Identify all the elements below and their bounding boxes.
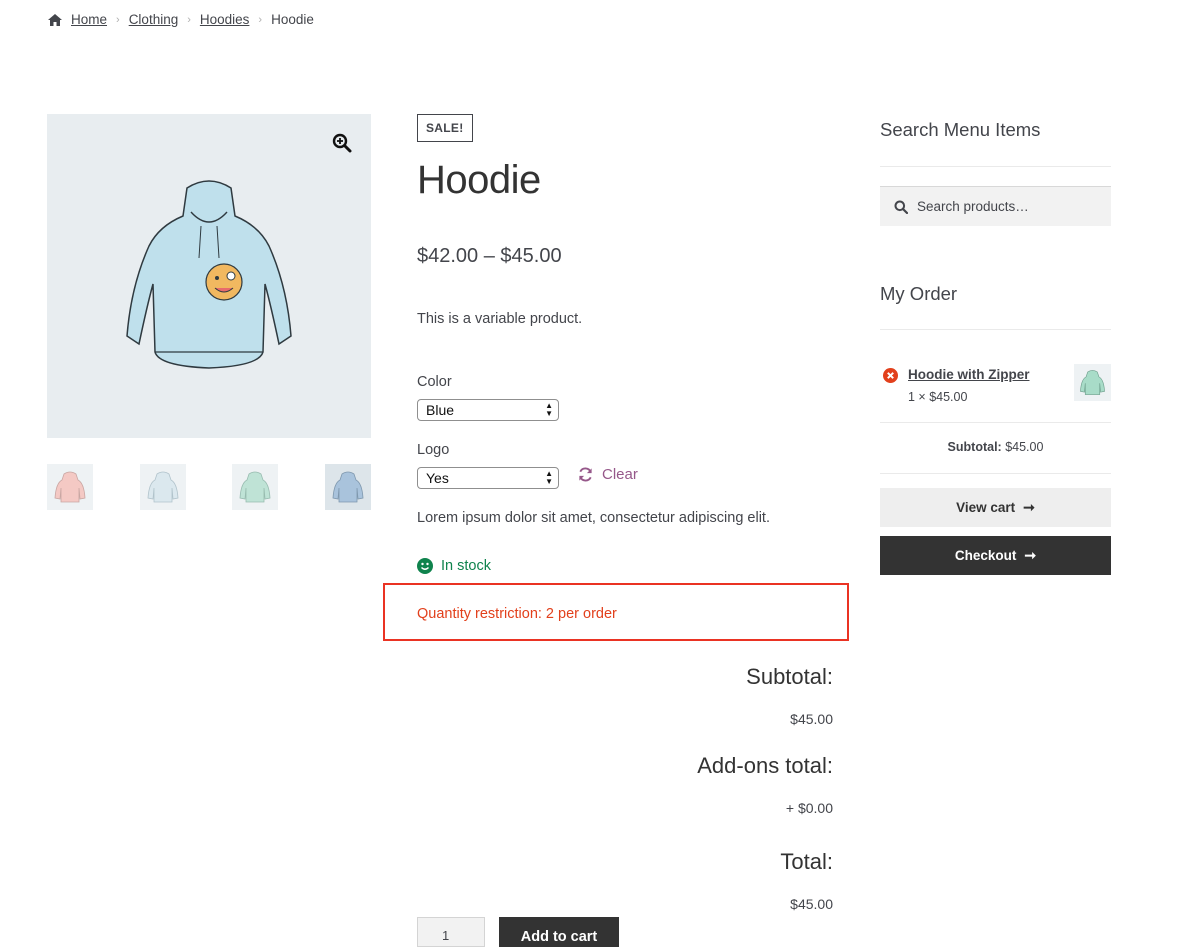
product-thumbnail-pink[interactable] <box>47 464 93 510</box>
divider <box>880 473 1111 474</box>
sale-badge: SALE! <box>417 114 473 142</box>
logo-select-value: Yes <box>426 470 449 486</box>
clear-label: Clear <box>602 466 638 483</box>
view-cart-button[interactable]: View cart ➞ <box>880 488 1111 527</box>
mini-cart-subtotal-value: $45.00 <box>1005 440 1044 454</box>
checkout-button[interactable]: Checkout ➞ <box>880 536 1111 575</box>
cart-item-thumbnail <box>1074 364 1111 401</box>
breadcrumb-home-link[interactable]: Home <box>71 12 107 27</box>
hoodie-thumb-icon <box>239 471 271 503</box>
quantity-input[interactable]: 1 <box>417 917 485 947</box>
order-widget-title: My Order <box>880 283 958 304</box>
subtotal-value: $45.00 <box>790 711 833 727</box>
breadcrumb-hoodies-link[interactable]: Hoodies <box>200 12 250 27</box>
view-cart-label: View cart <box>956 500 1016 515</box>
product-price: $42.00 – $45.00 <box>417 245 562 267</box>
divider <box>880 422 1111 423</box>
refresh-icon <box>579 467 592 482</box>
logo-label: Logo <box>417 442 450 458</box>
select-arrows-icon: ▲ ▼ <box>545 469 553 486</box>
product-title: Hoodie <box>417 158 541 202</box>
select-arrows-icon: ▲ ▼ <box>545 401 553 418</box>
quantity-restriction-message: Quantity restriction: 2 per order <box>417 606 617 622</box>
remove-item-icon[interactable] <box>883 368 898 383</box>
addons-total-label: Add-ons total: <box>697 753 833 778</box>
stock-status: In stock <box>417 558 491 574</box>
breadcrumb-separator: › <box>116 13 120 26</box>
mini-cart-subtotal: Subtotal: $45.00 <box>880 440 1111 454</box>
addons-total-value: + $0.00 <box>785 800 833 816</box>
cart-item-link[interactable]: Hoodie with Zipper <box>908 367 1030 382</box>
product-thumbnail-mint[interactable] <box>232 464 278 510</box>
breadcrumb: Home › Clothing › Hoodies › Hoodie <box>47 12 314 27</box>
breadcrumb-separator: › <box>187 13 191 26</box>
subtotal-label: Subtotal: <box>746 664 833 689</box>
zoom-icon[interactable] <box>331 132 353 154</box>
breadcrumb-separator: › <box>258 13 263 26</box>
search-placeholder: Search products… <box>917 199 1029 214</box>
total-label: Total: <box>780 849 833 874</box>
hoodie-thumb-icon <box>54 471 86 503</box>
color-label: Color <box>417 374 452 390</box>
total-value: $45.00 <box>790 896 833 912</box>
hoodie-thumb-icon <box>332 471 364 503</box>
breadcrumb-current: Hoodie <box>271 12 314 27</box>
product-thumbnail-blue[interactable] <box>325 464 371 510</box>
checkout-label: Checkout <box>954 548 1017 563</box>
divider <box>880 329 1111 330</box>
stock-label: In stock <box>441 558 491 574</box>
arrow-right-icon: ➞ <box>1024 547 1037 563</box>
cart-item-quantity: 1 × $45.00 <box>908 390 968 404</box>
color-select-value: Blue <box>426 402 455 418</box>
smile-icon <box>417 558 433 574</box>
product-short-description: This is a variable product. <box>417 311 583 327</box>
divider <box>880 166 1111 167</box>
home-icon <box>48 13 62 26</box>
variation-description: Lorem ipsum dolor sit amet, consectetur … <box>417 510 770 526</box>
clear-variations-link[interactable]: Clear <box>577 466 638 483</box>
color-select[interactable]: Blue ▲ ▼ <box>417 399 559 421</box>
hoodie-illustration <box>126 180 292 369</box>
search-input[interactable]: Search products… <box>880 186 1111 226</box>
hoodie-thumb-icon <box>1080 370 1105 395</box>
mini-cart-subtotal-label: Subtotal: <box>947 440 1002 454</box>
logo-select[interactable]: Yes ▲ ▼ <box>417 467 559 489</box>
arrow-right-icon: ➞ <box>1023 499 1035 515</box>
breadcrumb-clothing-link[interactable]: Clothing <box>129 12 179 27</box>
search-icon <box>894 200 908 214</box>
product-thumbnail-light-blue[interactable] <box>140 464 186 510</box>
hoodie-thumb-icon <box>147 471 179 503</box>
add-to-cart-button[interactable]: Add to cart <box>499 917 619 947</box>
product-main-image[interactable] <box>47 114 371 438</box>
search-widget-title: Search Menu Items <box>880 119 1041 140</box>
